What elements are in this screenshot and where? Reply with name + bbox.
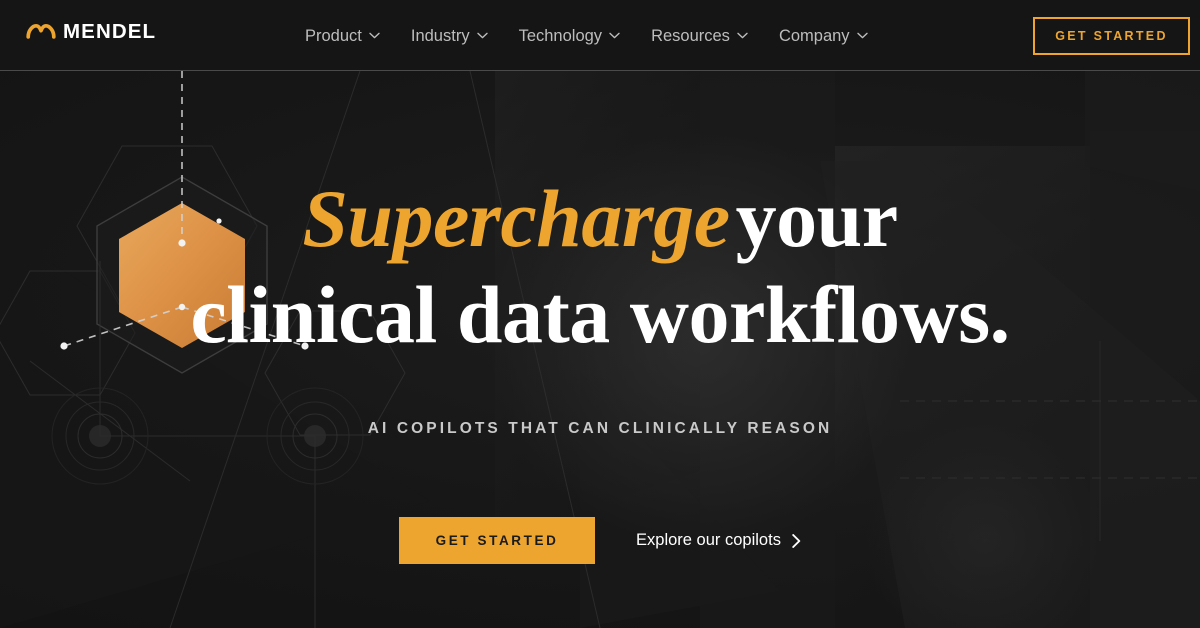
- nav-item-industry[interactable]: Industry: [411, 26, 488, 46]
- brand-name: MENDEL: [63, 20, 157, 43]
- infinity-logo-icon: [26, 23, 56, 39]
- chevron-down-icon: [737, 32, 748, 39]
- nav-label: Product: [305, 26, 362, 45]
- chevron-right-icon: [792, 533, 801, 548]
- nav-label: Industry: [410, 26, 470, 45]
- chevron-down-icon: [856, 32, 868, 39]
- nav-item-resources[interactable]: Resources: [651, 26, 748, 46]
- brand-logo[interactable]: MENDEL: [26, 20, 157, 43]
- main-navigation: Product Industry Technology Resources Co…: [305, 0, 868, 71]
- chevron-down-icon: [609, 32, 620, 39]
- chevron-down-icon: [369, 32, 380, 39]
- header-get-started-button[interactable]: GET STARTED: [1033, 17, 1190, 55]
- explore-copilots-label: Explore our copilots: [636, 531, 781, 549]
- get-started-button[interactable]: GET STARTED: [399, 517, 596, 564]
- landing-page: Superchargeyour clinical data workflows.…: [0, 0, 1200, 628]
- nav-label: Company: [778, 26, 850, 45]
- nav-item-product[interactable]: Product: [305, 26, 380, 46]
- nav-label: Technology: [518, 26, 603, 45]
- radar-node-icon: [51, 387, 149, 485]
- nav-label: Resources: [651, 26, 730, 45]
- hero-cta-row: GET STARTED Explore our copilots: [0, 517, 1200, 564]
- explore-copilots-link[interactable]: Explore our copilots: [636, 531, 801, 550]
- chevron-down-icon: [476, 32, 488, 39]
- site-header: MENDEL Product Industry Technology Resou…: [0, 0, 1200, 71]
- radar-node-icon: [266, 387, 364, 485]
- nav-item-technology[interactable]: Technology: [519, 26, 620, 46]
- nav-item-company[interactable]: Company: [779, 26, 868, 46]
